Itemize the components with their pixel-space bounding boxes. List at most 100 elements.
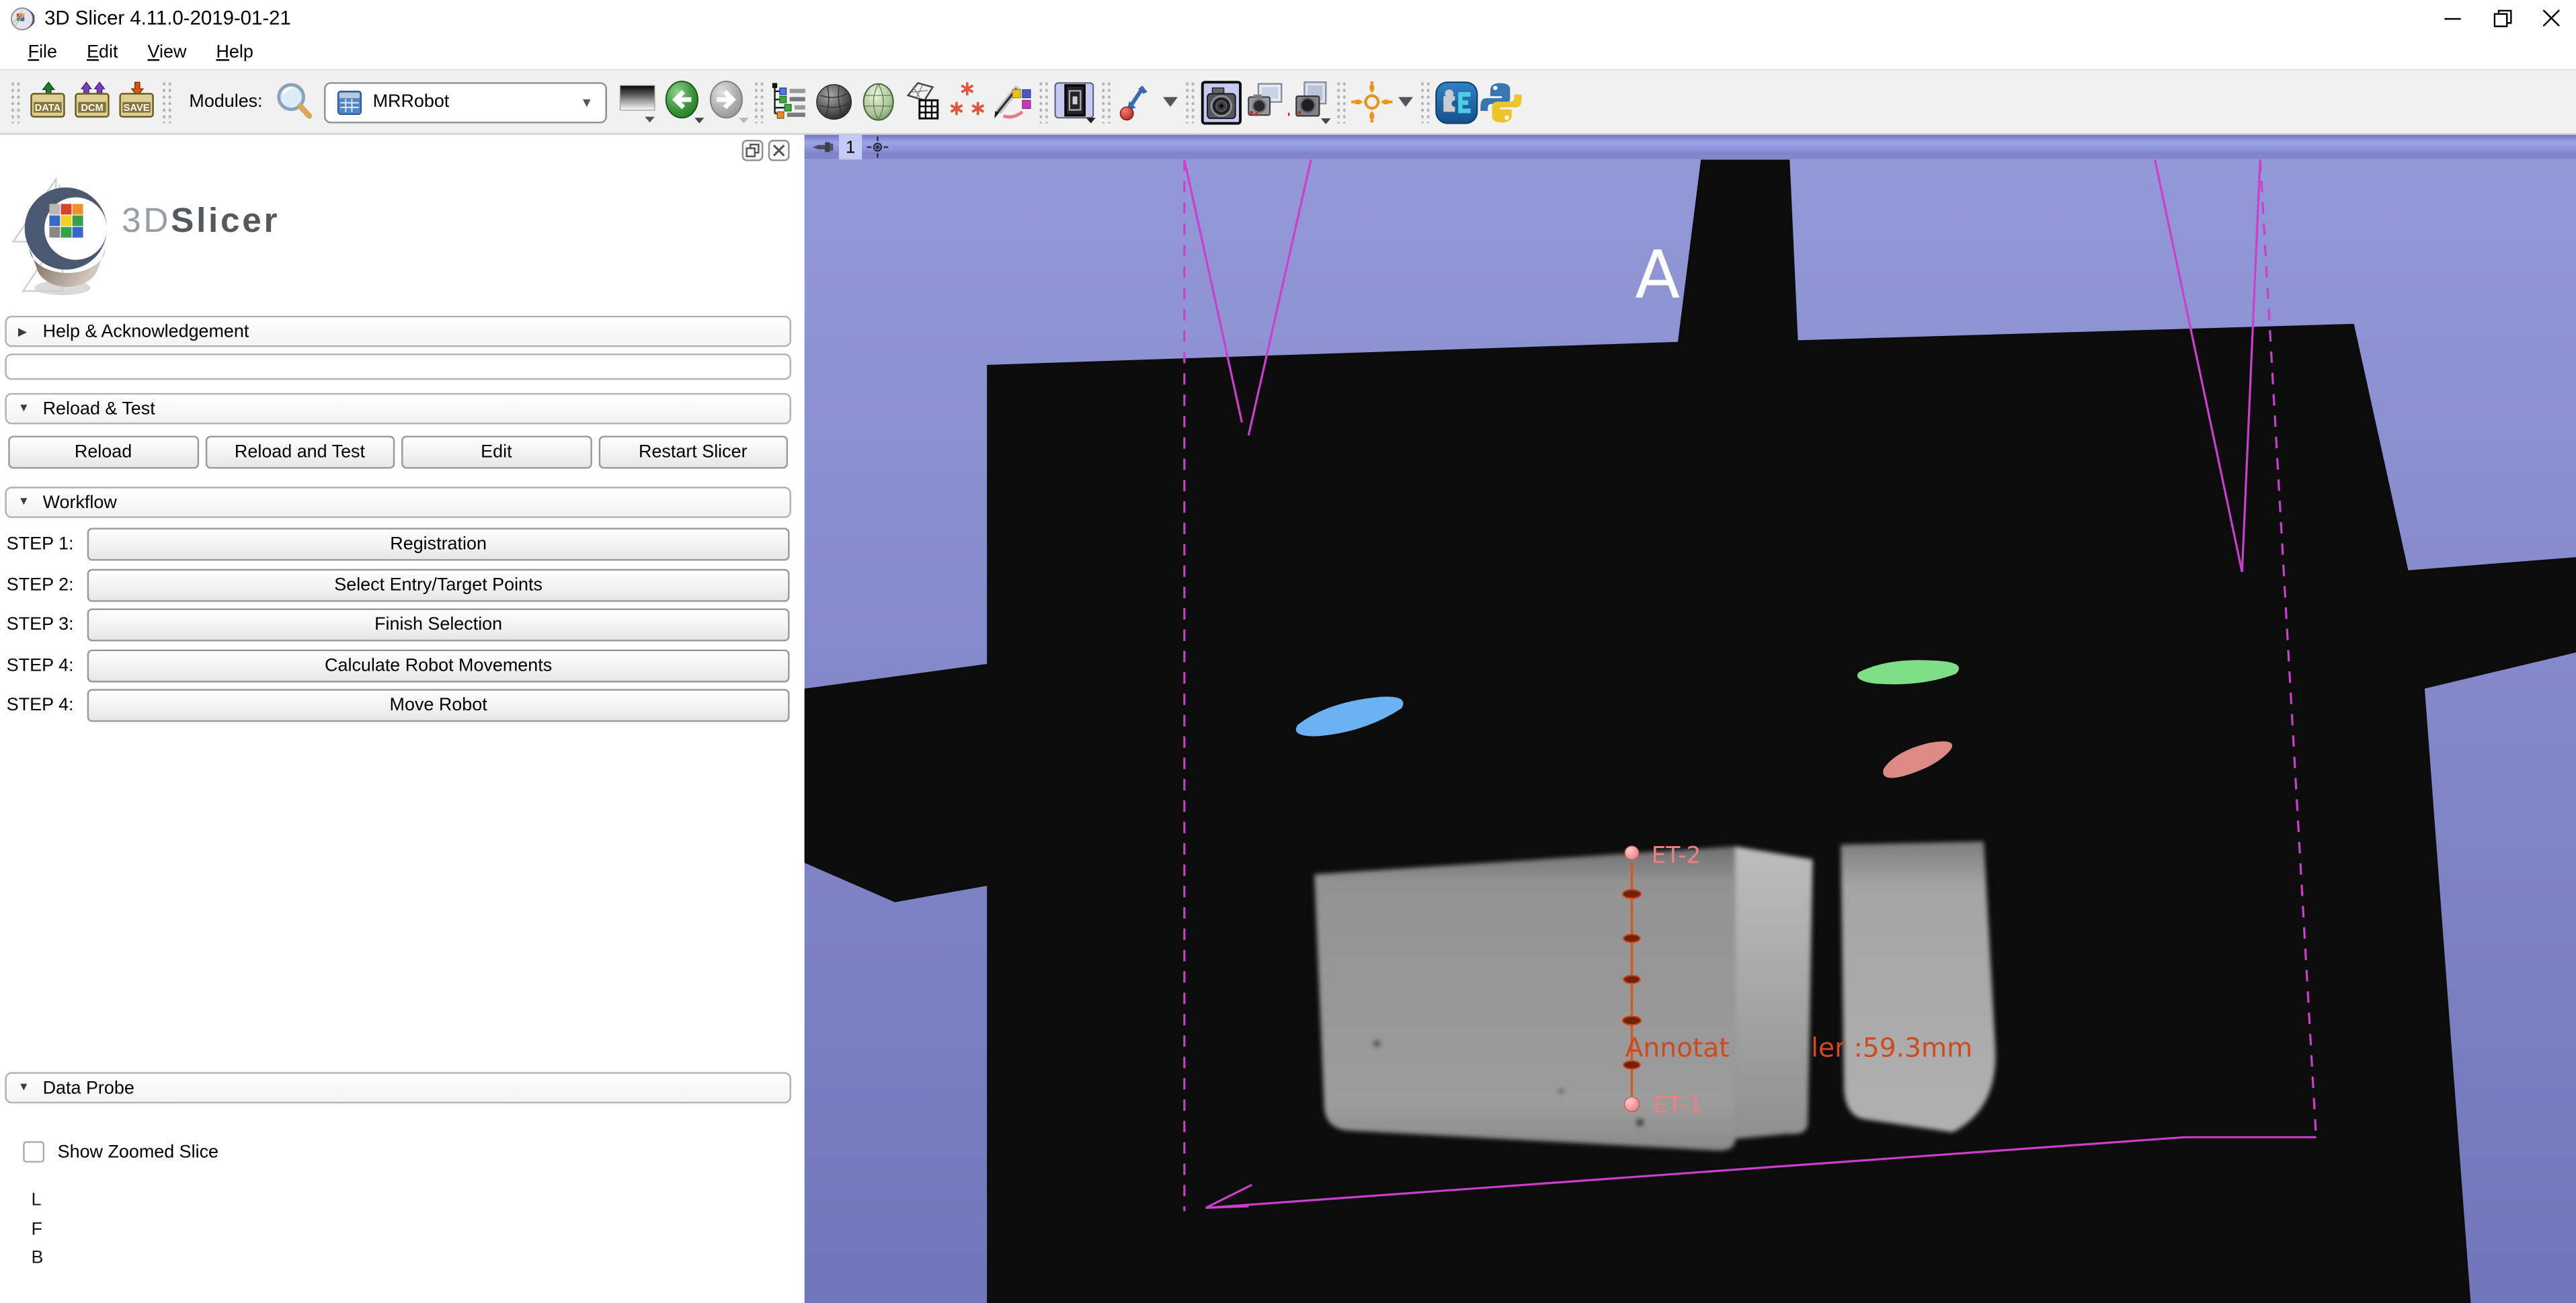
toolbar-drag-handle[interactable] bbox=[1037, 81, 1049, 124]
toolbar-drag-handle[interactable] bbox=[1184, 81, 1195, 124]
threed-scene[interactable]: Annotat ler :59.3mm ET-2 ET-1 A bbox=[805, 159, 2576, 1303]
restart-slicer-button[interactable]: Restart Slicer bbox=[598, 435, 788, 468]
models-button[interactable] bbox=[856, 79, 901, 125]
section-reload-test[interactable]: ▼ Reload & Test bbox=[5, 393, 791, 424]
annotations-pen-icon bbox=[990, 81, 1033, 124]
segmentation-mesh-button[interactable] bbox=[901, 79, 945, 125]
place-fiducial-dropdown[interactable] bbox=[1159, 79, 1180, 125]
section-workflow[interactable]: ▼ Workflow bbox=[5, 487, 791, 517]
ruler-label-right: ler :59.3mm bbox=[1811, 1033, 1972, 1063]
save-button[interactable]: SAVE bbox=[114, 79, 158, 125]
calculate-robot-movements-button[interactable]: Calculate Robot Movements bbox=[87, 648, 790, 681]
modules-label: Modules: bbox=[189, 92, 262, 112]
dicom-button[interactable]: DCM bbox=[69, 79, 114, 125]
chevron-down-icon: ▼ bbox=[18, 1082, 32, 1093]
select-entry-target-points-button[interactable]: Select Entry/Target Points bbox=[87, 568, 790, 601]
extensions-manager-icon bbox=[1434, 80, 1478, 124]
orientation-label-anterior: A bbox=[1635, 237, 1680, 314]
module-search-button[interactable] bbox=[272, 79, 317, 125]
minimize-icon bbox=[2444, 10, 2460, 26]
slicer-logo-icon bbox=[10, 163, 112, 301]
step-4-label: STEP 4: bbox=[7, 655, 87, 675]
step-3-label: STEP 3: bbox=[7, 615, 87, 634]
scene-view-capture-button[interactable] bbox=[1243, 79, 1287, 125]
place-fiducial-arrow-icon bbox=[1115, 81, 1158, 124]
probe-row-b: B bbox=[31, 1245, 791, 1273]
screenshot-button[interactable] bbox=[1199, 79, 1243, 125]
toolbar-drag-handle[interactable] bbox=[161, 81, 173, 124]
finish-selection-button[interactable]: Finish Selection bbox=[87, 608, 790, 641]
probe-row-f: F bbox=[31, 1216, 791, 1245]
slicer-logo-text: 3DSlicer bbox=[122, 202, 280, 242]
title-bar[interactable]: 3D Slicer 4.11.0-2019-01-21 bbox=[0, 0, 2576, 36]
module-forward-icon bbox=[705, 79, 750, 125]
module-back-button[interactable] bbox=[661, 79, 705, 125]
layout-selector-button[interactable] bbox=[1052, 79, 1096, 125]
help-section-body bbox=[5, 353, 791, 380]
crosshair-icon bbox=[1351, 81, 1394, 124]
undock-panel-icon bbox=[745, 143, 760, 158]
module-history-gradient-icon bbox=[617, 81, 660, 124]
move-robot-button[interactable]: Move Robot bbox=[87, 689, 790, 722]
menu-file[interactable]: File bbox=[13, 40, 72, 66]
module-forward-button[interactable] bbox=[705, 79, 750, 125]
slicer-app-icon bbox=[10, 6, 35, 31]
section-data-probe[interactable]: ▼ Data Probe bbox=[5, 1072, 791, 1103]
registration-button[interactable]: Registration bbox=[87, 528, 790, 560]
pushpin-icon[interactable] bbox=[813, 138, 834, 157]
threed-view-controller-bar[interactable]: 1 bbox=[805, 135, 2576, 160]
minimize-button[interactable] bbox=[2428, 0, 2477, 36]
crosshair-button[interactable] bbox=[1350, 79, 1394, 125]
close-panel-button[interactable] bbox=[768, 140, 790, 161]
close-icon bbox=[2543, 10, 2559, 26]
annotations-button[interactable] bbox=[990, 79, 1034, 125]
toolbar-drag-handle[interactable] bbox=[1419, 81, 1431, 124]
reload-and-test-button[interactable]: Reload and Test bbox=[205, 435, 395, 468]
chevron-down-icon: ▼ bbox=[580, 95, 593, 110]
python-console-icon bbox=[1478, 80, 1523, 124]
volume-rendering-button[interactable] bbox=[812, 79, 856, 125]
edit-button[interactable]: Edit bbox=[401, 435, 592, 468]
close-button[interactable] bbox=[2527, 0, 2576, 36]
extensions-manager-button[interactable] bbox=[1434, 79, 1478, 125]
module-history-button[interactable] bbox=[616, 79, 661, 125]
chevron-down-icon: ▼ bbox=[18, 497, 32, 508]
threed-view: 1 bbox=[805, 135, 2576, 1303]
maximize-restore-button[interactable] bbox=[2477, 0, 2526, 36]
toolbar-drag-handle[interactable] bbox=[1100, 81, 1111, 124]
menu-view[interactable]: View bbox=[133, 40, 202, 66]
fiducial-point-et1[interactable] bbox=[1624, 1097, 1639, 1111]
module-search-magnifier-icon bbox=[274, 81, 317, 124]
load-data-folder-icon: DATA bbox=[26, 81, 69, 124]
chevron-down-icon bbox=[1162, 97, 1177, 107]
load-data-button[interactable]: DATA bbox=[25, 79, 69, 125]
place-fiducial-button[interactable] bbox=[1115, 79, 1159, 125]
view-tab-1[interactable]: 1 bbox=[839, 135, 862, 160]
subject-hierarchy-button[interactable] bbox=[768, 79, 812, 125]
section-help-acknowledgement[interactable]: ▶ Help & Acknowledgement bbox=[5, 316, 791, 347]
menu-help[interactable]: Help bbox=[201, 40, 268, 66]
markups-button[interactable] bbox=[945, 79, 990, 125]
crosshair-dropdown[interactable] bbox=[1394, 79, 1416, 125]
reload-button[interactable]: Reload bbox=[8, 435, 198, 468]
module-selector[interactable]: MRRobot ▼ bbox=[323, 81, 606, 122]
slicer-logo: 3DSlicer bbox=[5, 148, 791, 316]
fiducial-point-et2[interactable] bbox=[1625, 846, 1639, 860]
layout-selector-icon bbox=[1052, 79, 1096, 125]
save-folder-icon: SAVE bbox=[114, 81, 157, 124]
step-2-label: STEP 2: bbox=[7, 575, 87, 594]
toolbar-drag-handle[interactable] bbox=[753, 81, 764, 124]
fiducial-label-et2: ET-2 bbox=[1652, 842, 1701, 869]
scene-view-restore-button[interactable] bbox=[1287, 79, 1332, 125]
data-probe-rows: L F B bbox=[31, 1187, 791, 1273]
show-zoomed-slice-checkbox[interactable] bbox=[23, 1141, 44, 1163]
slicer-application-window: 3D Slicer 4.11.0-2019-01-21 File Edit Vi… bbox=[0, 0, 2576, 1303]
toolbar-drag-handle[interactable] bbox=[10, 81, 22, 124]
menu-edit[interactable]: Edit bbox=[72, 40, 132, 66]
toolbar-drag-handle[interactable] bbox=[1335, 81, 1346, 124]
module-back-icon bbox=[661, 79, 705, 125]
screenshot-icon bbox=[1199, 80, 1243, 124]
undock-panel-button[interactable] bbox=[742, 140, 764, 161]
center-view-crosshair-icon[interactable] bbox=[867, 136, 889, 158]
python-console-button[interactable] bbox=[1478, 79, 1523, 125]
